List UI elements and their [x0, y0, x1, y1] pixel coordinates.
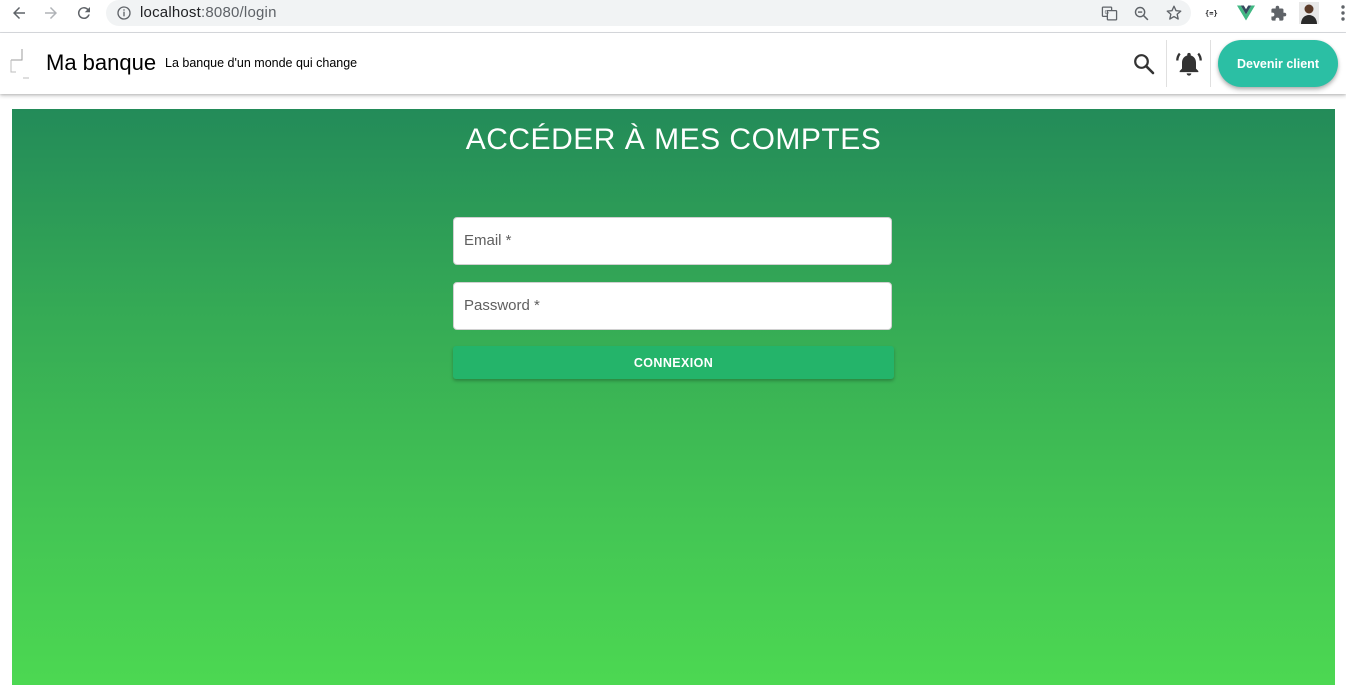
puzzle-icon[interactable] [1268, 3, 1288, 23]
kebab-menu-icon[interactable] [1333, 3, 1346, 23]
login-section: ACCÉDER À MES COMPTES Email * Password *… [12, 109, 1335, 685]
page-title: ACCÉDER À MES COMPTES [465, 123, 882, 156]
browser-toolbar: localhost:8080/login G {=} [0, 0, 1346, 26]
brand-title: Ma banque [46, 50, 157, 75]
svg-text:G: G [1104, 10, 1108, 16]
address-bar[interactable]: localhost:8080/login G [106, 0, 1191, 26]
email-input[interactable] [454, 218, 891, 264]
zoom-out-icon[interactable] [1132, 4, 1150, 22]
info-icon[interactable] [116, 5, 132, 21]
vue-devtools-icon[interactable] [1236, 3, 1256, 23]
forward-arrow-icon[interactable] [41, 3, 61, 23]
star-icon[interactable] [1165, 4, 1183, 22]
reload-icon[interactable] [74, 3, 94, 23]
logo-image[interactable] [8, 46, 30, 80]
email-field[interactable]: Email * [453, 217, 892, 265]
bell-icon[interactable] [1173, 48, 1205, 80]
header-divider [1210, 40, 1211, 87]
become-client-button[interactable]: Devenir client [1218, 40, 1338, 87]
json-ext-icon[interactable]: {=} [1204, 3, 1224, 23]
translate-icon[interactable]: G [1100, 4, 1118, 22]
login-button[interactable]: CONNEXION [453, 346, 894, 379]
app-header: Ma banque La banque d'un monde qui chang… [0, 33, 1346, 94]
password-field[interactable]: Password * [453, 282, 892, 330]
search-icon[interactable] [1129, 49, 1159, 79]
brand-tagline: La banque d'un monde qui change [165, 56, 358, 70]
url-text: localhost:8080/login [140, 4, 277, 21]
header-divider [1166, 40, 1167, 87]
svg-text:{=}: {=} [1205, 9, 1218, 18]
back-arrow-icon[interactable] [9, 3, 29, 23]
avatar[interactable] [1299, 2, 1319, 24]
password-input[interactable] [454, 283, 891, 329]
